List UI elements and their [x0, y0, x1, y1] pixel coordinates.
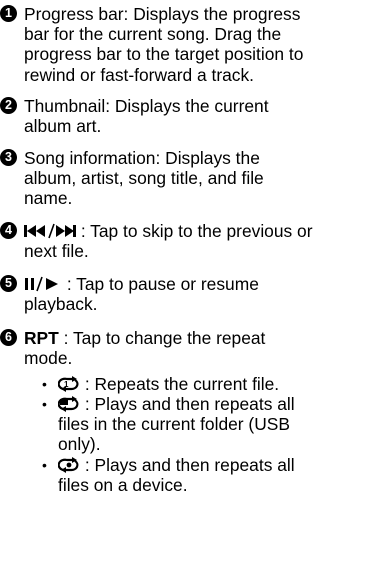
text-line: files on a device.	[58, 475, 188, 496]
rpt-label: RPT	[24, 328, 59, 348]
pause-play-icon	[24, 276, 62, 292]
text-line: Progress bar: Displays the progress	[24, 4, 301, 24]
text-line: progress bar to the target position to	[24, 44, 304, 65]
callout-number-4: 4	[0, 222, 17, 239]
text-line: : Tap to skip to the previous or	[24, 221, 388, 241]
text-line: files in the current folder (USB	[58, 414, 290, 435]
text-line: Thumbnail: Displays the current	[24, 96, 269, 116]
text-line: 1 : Repeats the current file.	[58, 374, 388, 394]
text-line: mode.	[24, 348, 73, 369]
bullet: •	[42, 457, 47, 473]
text-line: only).	[58, 434, 101, 455]
text-line: RPT : Tap to change the repeat	[24, 328, 388, 348]
callout-number-3: 3	[0, 149, 17, 166]
text-line: next file.	[24, 241, 89, 262]
repeat-all-icon	[58, 457, 80, 473]
repeat-folder-description: : Plays and then repeats all	[80, 394, 295, 414]
item-pause-resume-text: : Tap to pause or resume playback.	[24, 274, 388, 314]
item-repeat-text: RPT : Tap to change the repeat mode.	[24, 328, 388, 368]
text-line: : Plays and then repeats all	[58, 455, 388, 475]
text-line: album art.	[24, 116, 102, 137]
callout-number-6: 6	[0, 329, 17, 346]
repeat-folder-icon	[58, 396, 80, 412]
repeat-mode-one-text: 1 : Repeats the current file.	[58, 374, 388, 394]
repeat-all-description: : Plays and then repeats all	[80, 455, 295, 475]
item-song-information-text: Song information: Displays the album, ar…	[24, 148, 388, 209]
text-line: album, artist, song title, and file	[24, 168, 264, 189]
repeat-description: : Tap to change the repeat	[58, 328, 266, 348]
bullet: •	[42, 396, 47, 412]
text-line: : Tap to pause or resume	[24, 274, 388, 294]
pause-resume-description: : Tap to pause or resume	[62, 274, 259, 294]
callout-number-2: 2	[0, 97, 17, 114]
text-line: : Plays and then repeats all	[58, 394, 388, 414]
text-line: name.	[24, 188, 73, 209]
bullet: •	[42, 376, 47, 392]
previous-next-icon	[24, 223, 76, 239]
callout-number-5: 5	[0, 275, 17, 292]
item-thumbnail-text: Thumbnail: Displays the current album ar…	[24, 96, 388, 136]
text-line: rewind or fast-forward a track.	[24, 64, 255, 85]
repeat-mode-folder-text: : Plays and then repeats all files in th…	[58, 394, 388, 455]
repeat-one-icon: 1	[58, 376, 80, 392]
callout-number-1: 1	[0, 5, 17, 22]
text-line: Song information: Displays the	[24, 148, 260, 168]
svg-text:1: 1	[64, 380, 69, 389]
repeat-mode-all-text: : Plays and then repeats all files on a …	[58, 455, 388, 495]
repeat-one-description: : Repeats the current file.	[80, 374, 280, 394]
item-skip-text: : Tap to skip to the previous or next fi…	[24, 221, 388, 261]
text-line: bar for the current song. Drag the	[24, 24, 282, 45]
item-progress-bar-text: Progress bar: Displays the progress bar …	[24, 4, 388, 85]
text-line: playback.	[24, 294, 98, 315]
skip-description: : Tap to skip to the previous or	[76, 221, 313, 241]
